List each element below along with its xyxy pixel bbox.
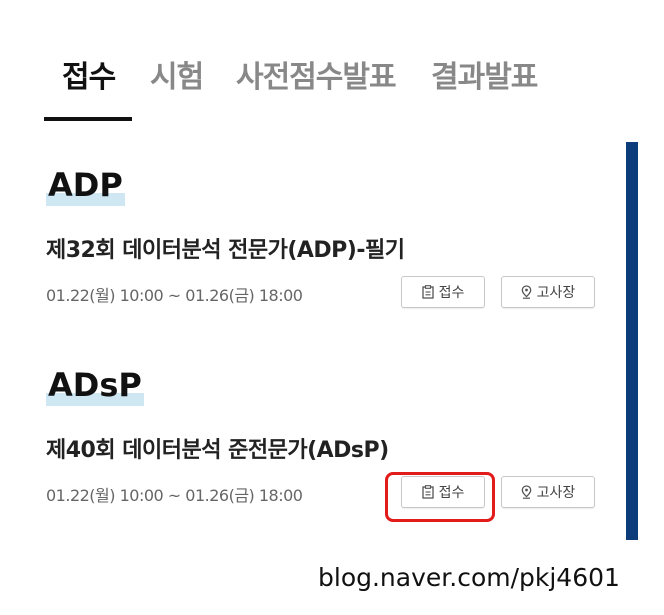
venue-button-label: 고사장	[536, 485, 576, 501]
application-period: 01.22(월) 10:00 ~ 01.26(금) 18:00	[46, 486, 303, 505]
venue-button[interactable]: 고사장	[501, 276, 595, 308]
exam-section-adsp: ADsP 제40회 데이터분석 준전문가(ADsP) 01.22(월) 10:0…	[46, 366, 606, 516]
category-title-text: ADsP	[48, 366, 142, 404]
application-period: 01.22(월) 10:00 ~ 01.26(금) 18:00	[46, 286, 303, 305]
scroll-indicator-bar	[626, 142, 638, 540]
tab-pre-score[interactable]: 사전점수발표	[236, 52, 397, 96]
tab-apply[interactable]: 접수	[62, 52, 116, 96]
tab-exam[interactable]: 시험	[150, 52, 204, 96]
tab-bar: 접수 시험 사전점수발표 결과발표	[44, 44, 584, 122]
venue-button[interactable]: 고사장	[501, 476, 595, 508]
category-title: ADP	[46, 166, 125, 206]
callout-highlight-box	[385, 472, 495, 522]
exam-section-adp: ADP 제32회 데이터분석 전문가(ADP)-필기 01.22(월) 10:0…	[46, 166, 606, 316]
tab-result[interactable]: 결과발표	[431, 52, 538, 96]
map-pin-icon	[521, 485, 532, 499]
active-tab-underline	[44, 117, 132, 121]
category-title-text: ADP	[48, 166, 123, 204]
map-pin-icon	[521, 285, 532, 299]
venue-button-label: 고사장	[536, 285, 576, 301]
clipboard-icon	[421, 285, 434, 299]
apply-button-label: 접수	[438, 285, 465, 301]
exam-name: 제40회 데이터분석 준전문가(ADsP)	[46, 438, 389, 463]
exam-name: 제32회 데이터분석 전문가(ADP)-필기	[46, 238, 405, 263]
blog-watermark: blog.naver.com/pkj4601	[318, 563, 620, 592]
apply-button[interactable]: 접수	[401, 276, 485, 308]
category-title: ADsP	[46, 366, 144, 406]
